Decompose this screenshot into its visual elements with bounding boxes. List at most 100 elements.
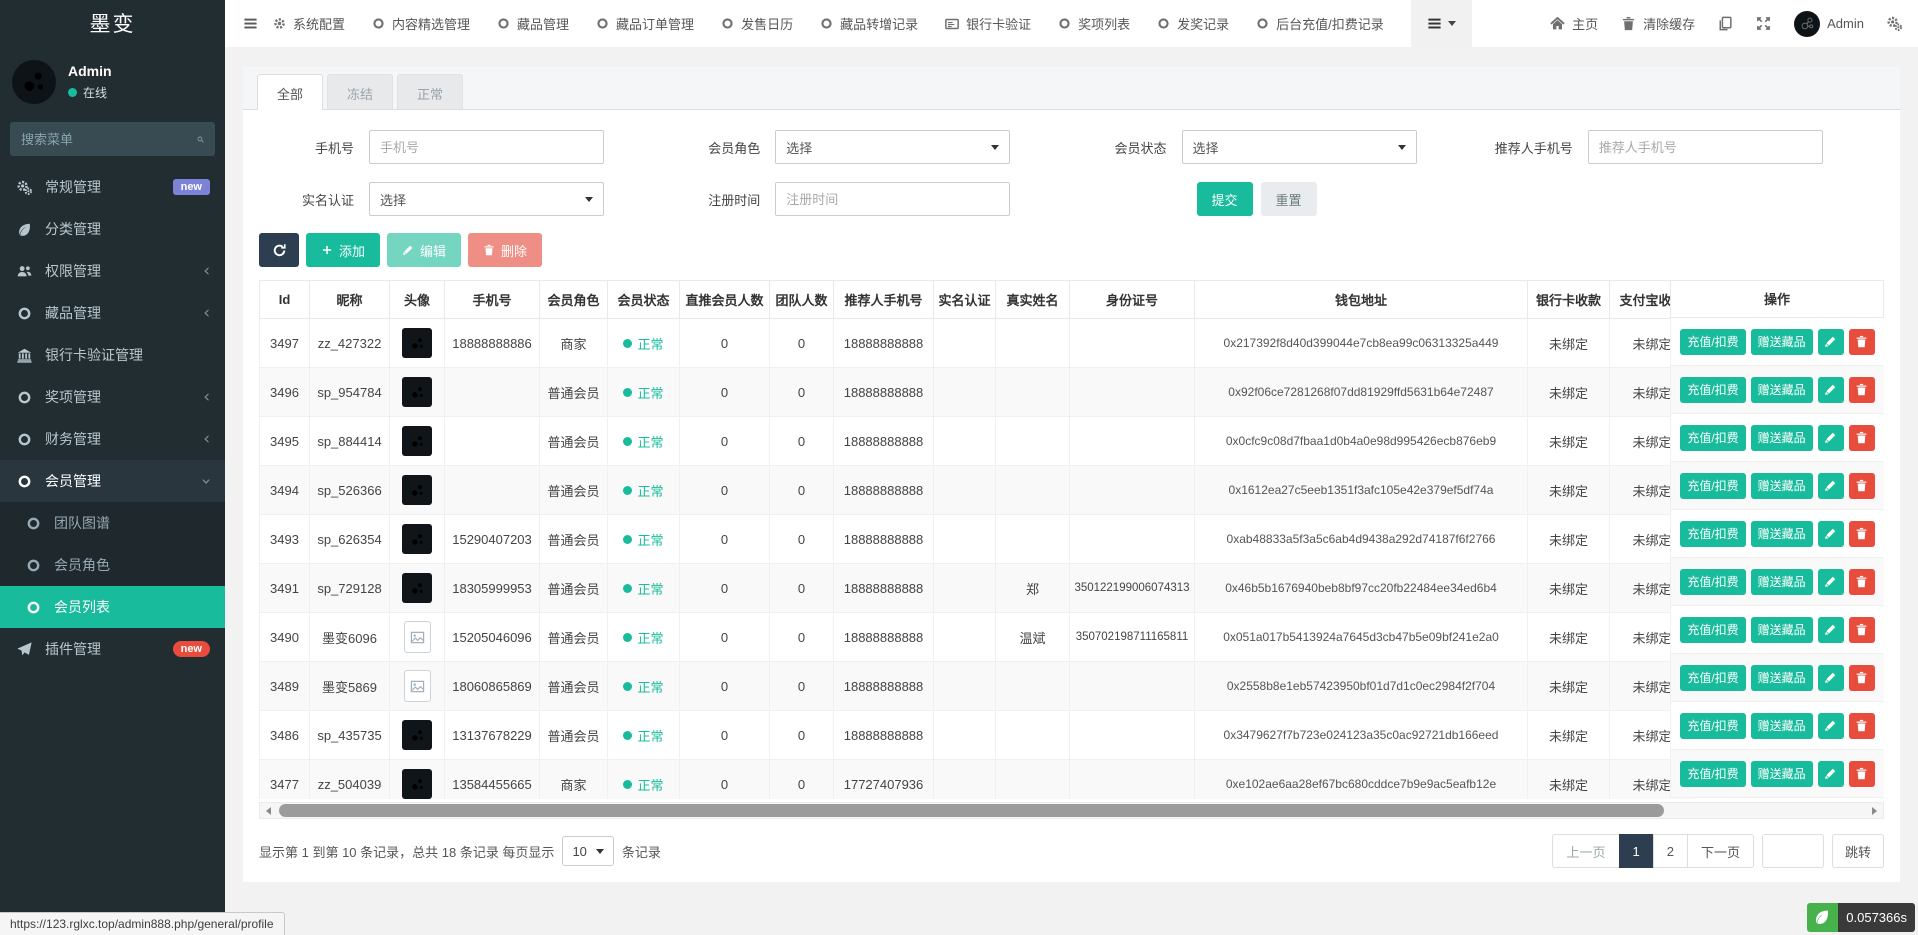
sidebar-item-team-graph[interactable]: 团队图谱 (0, 502, 225, 544)
gift-collection-button[interactable]: 赠送藏品 (1751, 665, 1813, 691)
referrer-phone-input[interactable] (1588, 130, 1823, 164)
table-row[interactable]: 3497 zz_427322 18888888886 商家 正常 0 0 188… (260, 319, 1695, 368)
recharge-button[interactable]: 充值/扣费 (1680, 665, 1745, 691)
nav-item-system-config[interactable]: 系统配置 (273, 14, 345, 33)
page-2-button[interactable]: 2 (1653, 834, 1688, 868)
col-verified[interactable]: 实名认证 (934, 281, 996, 319)
gift-collection-button[interactable]: 赠送藏品 (1751, 569, 1813, 595)
recharge-button[interactable]: 充值/扣费 (1680, 473, 1745, 499)
next-page-button[interactable]: 下一页 (1687, 834, 1754, 868)
row-delete-button[interactable] (1849, 569, 1875, 595)
member-avatar[interactable] (402, 524, 432, 554)
row-edit-button[interactable] (1818, 473, 1844, 499)
row-edit-button[interactable] (1818, 713, 1844, 739)
sidebar-item-collection[interactable]: 藏品管理‹ (0, 292, 225, 334)
jump-button[interactable]: 跳转 (1832, 834, 1884, 868)
delete-button[interactable]: 删除 (468, 233, 542, 267)
recharge-button[interactable]: 充值/扣费 (1680, 377, 1745, 403)
submit-button[interactable]: 提交 (1197, 182, 1253, 216)
page-size-select[interactable]: 10 (562, 836, 613, 866)
table-row[interactable]: 3490 墨变6096 15205046096 普通会员 正常 0 0 1888… (260, 613, 1695, 662)
sidebar-item-general[interactable]: 常规管理new (0, 166, 225, 208)
copy-icon[interactable] (1718, 16, 1733, 31)
row-delete-button[interactable] (1849, 665, 1875, 691)
search-icon[interactable] (197, 132, 204, 147)
row-edit-button[interactable] (1818, 761, 1844, 787)
nav-item-prize-list[interactable]: 奖项列表 (1058, 14, 1130, 33)
table-row[interactable]: 3477 zz_504039 13584455665 商家 正常 0 0 177… (260, 760, 1695, 800)
gift-collection-button[interactable]: 赠送藏品 (1751, 617, 1813, 643)
member-avatar[interactable] (404, 670, 431, 702)
col-avatar[interactable]: 头像 (390, 281, 445, 319)
nav-item-bankcard-verify[interactable]: 银行卡验证 (945, 14, 1031, 33)
col-phone[interactable]: 手机号 (445, 281, 540, 319)
table-row[interactable]: 3496 sp_954784 普通会员 正常 0 0 18888888888 (260, 368, 1695, 417)
sidebar-item-bankcard[interactable]: 银行卡验证管理 (0, 334, 225, 376)
row-edit-button[interactable] (1818, 521, 1844, 547)
scroll-left-arrow[interactable] (260, 803, 277, 818)
navbar-user[interactable]: Admin (1794, 11, 1864, 37)
sidebar-item-plugin[interactable]: 插件管理new (0, 628, 225, 670)
realname-select[interactable]: 选择 (369, 182, 604, 216)
row-edit-button[interactable] (1818, 617, 1844, 643)
add-button[interactable]: 添加 (306, 233, 380, 267)
sidebar-item-finance[interactable]: 财务管理‹ (0, 418, 225, 460)
page-1-button[interactable]: 1 (1619, 834, 1654, 868)
recharge-button[interactable]: 充值/扣费 (1680, 329, 1745, 355)
member-avatar[interactable] (402, 475, 432, 505)
recharge-button[interactable]: 充值/扣费 (1680, 521, 1745, 547)
table-row[interactable]: 3486 sp_435735 13137678229 普通会员 正常 0 0 1… (260, 711, 1695, 760)
tab-frozen[interactable]: 冻结 (327, 74, 393, 109)
row-edit-button[interactable] (1818, 377, 1844, 403)
gift-collection-button[interactable]: 赠送藏品 (1751, 329, 1813, 355)
sidebar-item-member[interactable]: 会员管理‹ (0, 460, 225, 502)
member-avatar[interactable] (404, 621, 431, 653)
col-id[interactable]: Id (260, 281, 310, 319)
gift-collection-button[interactable]: 赠送藏品 (1751, 473, 1813, 499)
row-edit-button[interactable] (1818, 425, 1844, 451)
row-delete-button[interactable] (1849, 521, 1875, 547)
col-referrer[interactable]: 推荐人手机号 (834, 281, 934, 319)
sidebar-item-member-list[interactable]: 会员列表 (0, 586, 225, 628)
refresh-button[interactable] (259, 233, 299, 267)
recharge-button[interactable]: 充值/扣费 (1680, 617, 1745, 643)
table-row[interactable]: 3495 sp_884414 普通会员 正常 0 0 18888888888 (260, 417, 1695, 466)
member-avatar[interactable] (402, 769, 432, 799)
member-avatar[interactable] (402, 377, 432, 407)
row-edit-button[interactable] (1818, 329, 1844, 355)
row-delete-button[interactable] (1849, 761, 1875, 787)
row-delete-button[interactable] (1849, 377, 1875, 403)
row-delete-button[interactable] (1849, 617, 1875, 643)
scroll-right-arrow[interactable] (1866, 803, 1883, 818)
gift-collection-button[interactable]: 赠送藏品 (1751, 713, 1813, 739)
member-avatar[interactable] (402, 573, 432, 603)
gift-collection-button[interactable]: 赠送藏品 (1751, 521, 1813, 547)
sidebar-item-prize[interactable]: 奖项管理‹ (0, 376, 225, 418)
table-row[interactable]: 3491 sp_729128 18305999953 普通会员 正常 0 0 1… (260, 564, 1695, 613)
jump-page-input[interactable] (1762, 834, 1824, 868)
nav-item-collection[interactable]: 藏品管理 (497, 14, 569, 33)
row-edit-button[interactable] (1818, 569, 1844, 595)
row-edit-button[interactable] (1818, 665, 1844, 691)
col-wallet[interactable]: 钱包地址 (1195, 281, 1528, 319)
recharge-button[interactable]: 充值/扣费 (1680, 761, 1745, 787)
hamburger-icon[interactable] (225, 16, 273, 31)
tab-normal[interactable]: 正常 (397, 74, 463, 109)
row-delete-button[interactable] (1849, 329, 1875, 355)
gift-collection-button[interactable]: 赠送藏品 (1751, 425, 1813, 451)
nav-item-sale-calendar[interactable]: 发售日历 (721, 14, 793, 33)
row-delete-button[interactable] (1849, 425, 1875, 451)
horizontal-scrollbar[interactable] (259, 802, 1884, 819)
col-bank[interactable]: 银行卡收款 (1528, 281, 1610, 319)
phone-input[interactable] (369, 130, 604, 164)
sidebar-item-member-role[interactable]: 会员角色 (0, 544, 225, 586)
col-idcard[interactable]: 身份证号 (1070, 281, 1195, 319)
nav-more-dropdown[interactable] (1411, 0, 1472, 47)
sidebar-search-input[interactable] (21, 132, 197, 147)
col-direct-count[interactable]: 直推会员人数 (680, 281, 770, 319)
row-delete-button[interactable] (1849, 473, 1875, 499)
prev-page-button[interactable]: 上一页 (1552, 834, 1619, 868)
member-avatar[interactable] (402, 328, 432, 358)
table-row[interactable]: 3493 sp_626354 15290407203 普通会员 正常 0 0 1… (260, 515, 1695, 564)
sidebar-item-category[interactable]: 分类管理 (0, 208, 225, 250)
